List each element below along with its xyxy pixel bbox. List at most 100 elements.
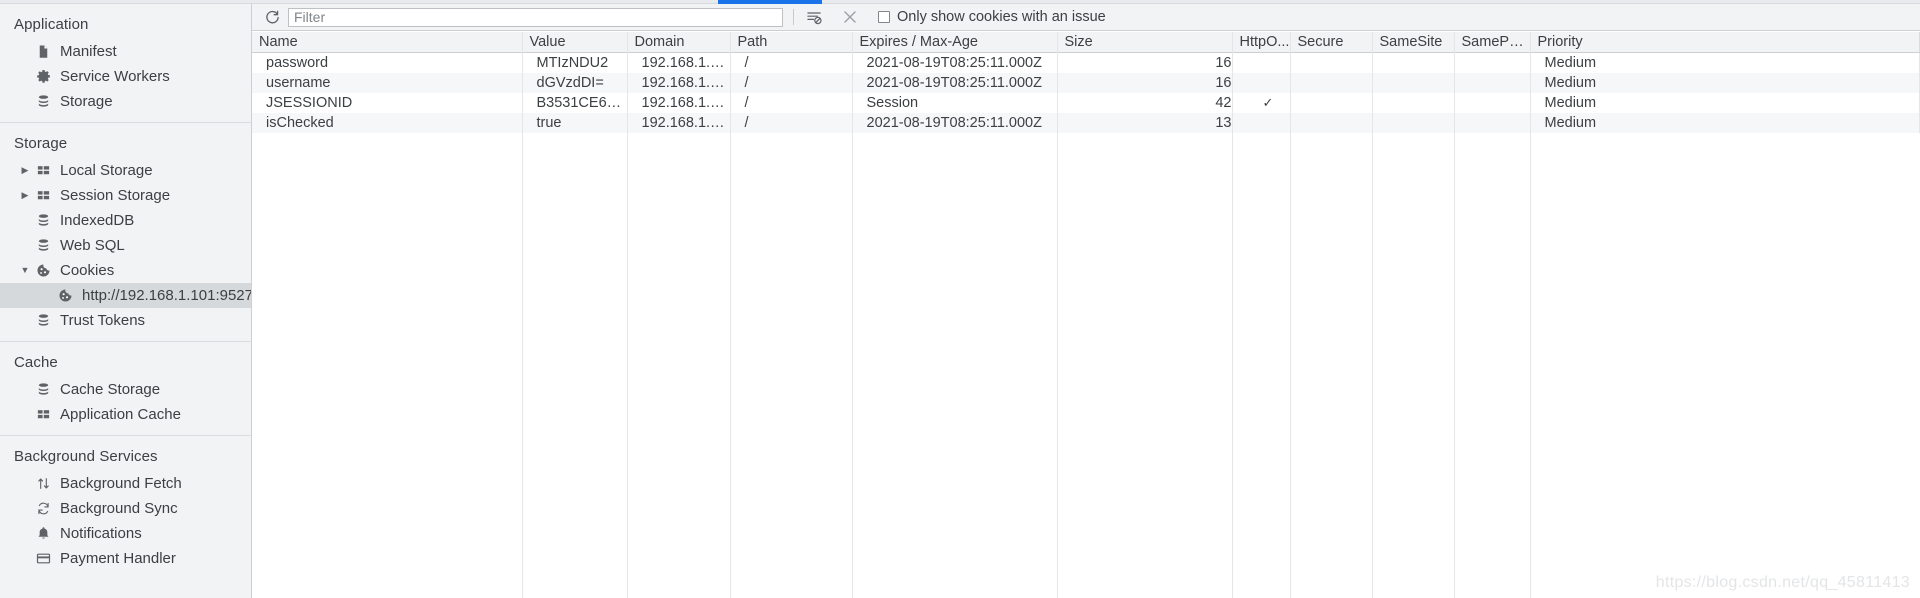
sidebar-item-web-sql[interactable]: ▶ Web SQL xyxy=(0,233,251,258)
table-icon xyxy=(33,162,53,180)
tree-indent-spacer: ▶ xyxy=(18,316,32,325)
cell-domain: 192.168.1.101 xyxy=(627,73,731,93)
sidebar-item-label: Application Cache xyxy=(60,405,181,423)
cell-size: 16 xyxy=(1057,73,1233,93)
cell-sameparty xyxy=(1454,52,1531,73)
cell-name: JSESSIONID xyxy=(252,93,523,113)
cell-path: / xyxy=(730,52,853,73)
sidebar-item-background-sync[interactable]: ▶ Background Sync xyxy=(0,496,251,521)
cell-expires: 2021-08-19T08:25:11.000Z xyxy=(852,113,1058,133)
cell-secure xyxy=(1290,52,1373,73)
cell-samesite xyxy=(1372,93,1455,113)
column-header-name[interactable]: Name xyxy=(252,32,523,53)
chevron-right-icon[interactable]: ▶ xyxy=(18,166,32,175)
filter-input[interactable] xyxy=(288,7,783,27)
chevron-right-icon[interactable]: ▶ xyxy=(18,191,32,200)
only-show-issues-label: Only show cookies with an issue xyxy=(897,9,1106,25)
tree-indent-spacer: ▶ xyxy=(18,241,32,250)
table-icon xyxy=(33,187,53,205)
cell-path: / xyxy=(730,113,853,133)
sidebar-item-notifications[interactable]: ▶ Notifications xyxy=(0,521,251,546)
cell-name: password xyxy=(252,52,523,73)
sidebar-item-cookies[interactable]: ▼ Cookies xyxy=(0,258,251,283)
column-header-size[interactable]: Size xyxy=(1057,32,1233,53)
cookie-icon xyxy=(55,287,75,305)
cell-httponly: ✓ xyxy=(1232,93,1291,113)
sidebar-item-label: Payment Handler xyxy=(60,549,176,567)
sidebar-item-label: Web SQL xyxy=(60,236,125,254)
table-row[interactable]: username dGVzdDI= 192.168.1.101/2021-08-19… xyxy=(252,73,1920,93)
cell-sameparty xyxy=(1454,113,1531,133)
column-header-expires[interactable]: Expires / Max-Age xyxy=(852,32,1058,53)
cell-value: B3531CE67E0F6... xyxy=(522,93,628,113)
database-icon xyxy=(33,212,53,230)
sidebar-section-storage: Storage ▶ Local Storage ▶ Session Storage ▶ In… xyxy=(0,123,251,342)
cell-size: 42 xyxy=(1057,93,1233,113)
sidebar-item-trust-tokens[interactable]: ▶ Trust Tokens xyxy=(0,308,251,333)
toolbar-divider xyxy=(793,9,794,25)
sidebar-item-label: Background Fetch xyxy=(60,474,182,492)
cell-size: 13 xyxy=(1057,113,1233,133)
sidebar-item-local-storage[interactable]: ▶ Local Storage xyxy=(0,158,251,183)
table-row[interactable]: password MTIzNDU2 192.168.1.101/2021-08-19… xyxy=(252,52,1920,73)
clear-filter-icon[interactable] xyxy=(802,6,826,28)
sidebar-item-label: IndexedDB xyxy=(60,211,135,229)
tree-indent-spacer: ▶ xyxy=(40,291,54,300)
sidebar-item-storage[interactable]: ▶ Storage xyxy=(0,89,251,114)
cell-priority: Medium xyxy=(1530,73,1920,93)
tree-indent-spacer: ▶ xyxy=(18,479,32,488)
column-header-value[interactable]: Value xyxy=(522,32,628,53)
column-header-sameparty[interactable]: SameParty xyxy=(1454,32,1531,53)
sidebar-item-application-cache[interactable]: ▶ Application Cache xyxy=(0,402,251,427)
cell-secure xyxy=(1290,73,1373,93)
column-header-secure[interactable]: Secure xyxy=(1290,32,1373,53)
credit-card-icon xyxy=(33,550,53,568)
application-sidebar[interactable]: Application ▶ Manifest ▶Service Workers▶Sto… xyxy=(0,4,252,598)
sidebar-section-application: Application ▶ Manifest ▶ Service Workers ▶ Sto… xyxy=(0,4,251,123)
tree-indent-spacer: ▶ xyxy=(18,504,32,513)
tree-indent-spacer: ▶ xyxy=(18,72,32,81)
header-row: Name Value Domain Path Expires / Max-Age Size… xyxy=(252,32,1920,53)
cell-samesite xyxy=(1372,52,1455,73)
column-header-httponly[interactable]: HttpO... xyxy=(1232,32,1291,53)
cookies-table-body[interactable]: password MTIzNDU2 192.168.1.101/2021-08-19… xyxy=(252,52,1920,133)
sidebar-item-http-192-168-1-101-9527[interactable]: ▶ http://192.168.1.101:9527 xyxy=(0,283,251,308)
table-row[interactable]: JSESSIONIDB3531CE67E0F6...192.168.1.101/… xyxy=(252,93,1920,113)
database-icon xyxy=(33,381,53,399)
column-header-path[interactable]: Path xyxy=(730,32,853,53)
column-header-priority[interactable]: Priority xyxy=(1530,32,1920,53)
sidebar-item-background-fetch[interactable]: ▶ Background Fetch xyxy=(0,471,251,496)
column-header-samesite[interactable]: SameSite xyxy=(1372,32,1455,53)
tree-indent-spacer: ▶ xyxy=(18,47,32,56)
database-icon xyxy=(33,312,53,330)
sidebar-item-label: Cache Storage xyxy=(60,380,161,398)
cell-size: 16 xyxy=(1057,52,1233,73)
sidebar-item-manifest[interactable]: ▶ Manifest xyxy=(0,39,251,64)
only-show-issues-checkbox[interactable]: Only show cookies with an issue xyxy=(878,9,1106,25)
cell-samesite xyxy=(1372,73,1455,93)
column-header-domain[interactable]: Domain xyxy=(627,32,731,53)
sidebar-item-cache-storage[interactable]: ▶ Cache Storage xyxy=(0,377,251,402)
sidebar-item-label: Manifest xyxy=(60,42,117,60)
refresh-icon[interactable] xyxy=(260,6,284,28)
database-icon xyxy=(33,93,53,111)
cell-sameparty xyxy=(1454,73,1531,93)
sidebar-section-title: Application xyxy=(14,16,89,33)
document-icon xyxy=(33,43,53,61)
cookies-table-container[interactable]: Name Value Domain Path Expires / Max-Age Size… xyxy=(252,32,1920,598)
cell-domain: 192.168.1.101 xyxy=(627,113,731,133)
sidebar-item-label: Session Storage xyxy=(60,186,171,204)
cell-httponly xyxy=(1232,73,1291,93)
cell-priority: Medium xyxy=(1530,93,1920,113)
sidebar-item-indexeddb[interactable]: ▶ IndexedDB xyxy=(0,208,251,233)
close-icon[interactable] xyxy=(838,6,862,28)
cell-httponly xyxy=(1232,52,1291,73)
cell-secure xyxy=(1290,113,1373,133)
checkbox-box[interactable] xyxy=(878,11,890,23)
table-row[interactable]: isChecked true 192.168.1.101/2021-08-19T08… xyxy=(252,113,1920,133)
chevron-down-icon[interactable]: ▼ xyxy=(18,266,32,275)
sidebar-item-session-storage[interactable]: ▶ Session Storage xyxy=(0,183,251,208)
sidebar-item-service-workers[interactable]: ▶ Service Workers xyxy=(0,64,251,89)
sidebar-item-payment-handler[interactable]: ▶ Payment Handler xyxy=(0,546,251,571)
sidebar-section-cache: Cache ▶ Cache Storage ▶ Application Cache xyxy=(0,342,251,436)
